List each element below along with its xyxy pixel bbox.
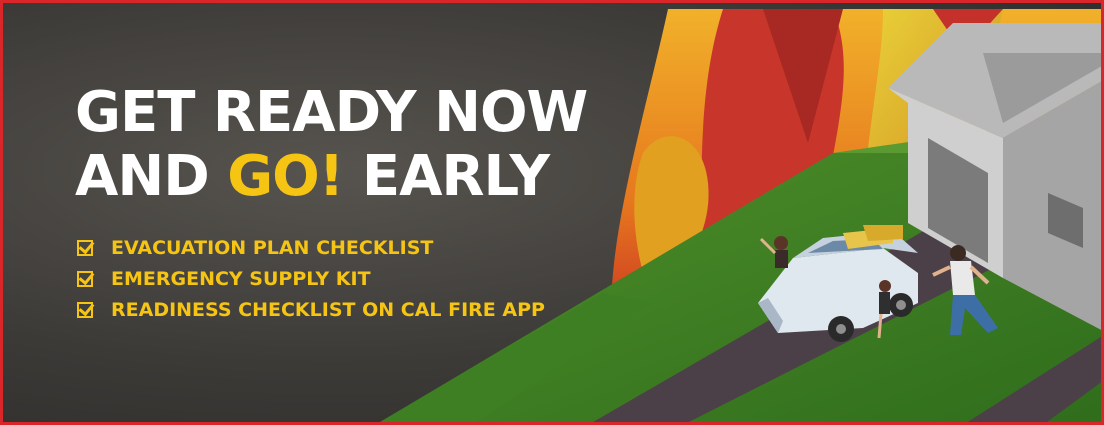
headline: GET READY NOW AND GO! EARLY (75, 80, 588, 209)
checklist-item-label: READINESS CHECKLIST ON CAL FIRE APP (111, 298, 545, 321)
headline-line2-start: AND (75, 144, 210, 209)
readiness-checklist: EVACUATION PLAN CHECKLIST EMERGENCY SUPP… (77, 232, 545, 325)
checkbox-checked-icon (77, 239, 93, 256)
checklist-item: EVACUATION PLAN CHECKLIST (77, 232, 545, 263)
illustration (380, 9, 1101, 422)
headline-accent: GO! (227, 144, 344, 209)
checkbox-checked-icon (77, 301, 93, 318)
checklist-item-label: EMERGENCY SUPPLY KIT (111, 267, 371, 290)
checklist-item: READINESS CHECKLIST ON CAL FIRE APP (77, 294, 545, 325)
checklist-item-label: EVACUATION PLAN CHECKLIST (111, 236, 434, 259)
headline-line1: GET READY NOW (75, 80, 588, 145)
headline-line2-end: EARLY (361, 144, 550, 209)
checkbox-checked-icon (77, 270, 93, 287)
checklist-item: EMERGENCY SUPPLY KIT (77, 263, 545, 294)
wildfire-banner: GET READY NOW AND GO! EARLY EVACUATION P… (0, 0, 1104, 425)
